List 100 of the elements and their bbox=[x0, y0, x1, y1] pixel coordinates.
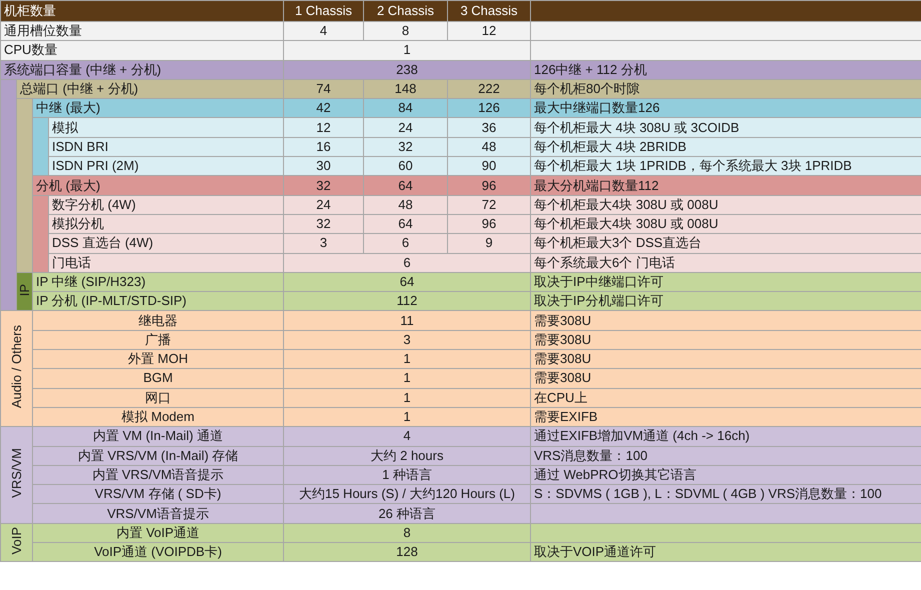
value-cell: 30 bbox=[284, 156, 364, 176]
value-cell: 96 bbox=[448, 176, 530, 196]
value-cell: 128 bbox=[284, 542, 530, 562]
value-cell: 大约 2 hours bbox=[284, 446, 530, 466]
value-cell: 24 bbox=[284, 195, 364, 214]
value-cell: 3 bbox=[284, 234, 364, 254]
note-cell: 126中继 + 112 分机 bbox=[530, 60, 921, 80]
value-cell: 64 bbox=[364, 214, 448, 234]
value-cell: 48 bbox=[364, 195, 448, 214]
value-cell: 84 bbox=[364, 98, 448, 118]
note-cell: 每个机柜最大4块 308U 或 008U bbox=[530, 195, 921, 214]
note-cell: 需要EXIFB bbox=[530, 407, 921, 427]
value-cell: 6 bbox=[364, 234, 448, 254]
row-label: 通用槽位数量 bbox=[0, 22, 284, 41]
row-label: 网口 bbox=[32, 388, 284, 408]
row-label: 内置 VM (In-Mail) 通道 bbox=[32, 426, 284, 446]
value-cell: 238 bbox=[284, 60, 530, 80]
value-cell: 9 bbox=[448, 234, 530, 254]
value-cell: 64 bbox=[284, 272, 530, 292]
value-cell: 26 种语言 bbox=[284, 504, 530, 524]
note-cell: 每个系统最大6个 门电话 bbox=[530, 253, 921, 272]
value-cell: 96 bbox=[448, 214, 530, 234]
value-cell: 1 bbox=[284, 368, 530, 388]
value-cell: 12 bbox=[448, 22, 530, 41]
value-cell: 24 bbox=[364, 118, 448, 138]
row-label: VRS/VM语音提示 bbox=[32, 504, 284, 524]
note-cell: 取决于VOIP通道许可 bbox=[530, 542, 921, 562]
value-cell: 32 bbox=[284, 214, 364, 234]
value-cell: 大约15 Hours (S) / 大约120 Hours (L) bbox=[284, 484, 530, 504]
value-cell: 148 bbox=[364, 79, 448, 99]
note-cell: 需要308U bbox=[530, 330, 921, 350]
value-cell: 8 bbox=[284, 523, 530, 543]
row-label: 总端口 (中继 + 分机) bbox=[16, 79, 284, 99]
note-cell: 每个机柜最大 4块 2BRIDB bbox=[530, 137, 921, 157]
value-cell: 11 bbox=[284, 310, 530, 330]
row-label: ISDN BRI bbox=[48, 137, 284, 157]
note-cell: 每个机柜80个时隙 bbox=[530, 79, 921, 99]
value-cell: 4 bbox=[284, 426, 530, 446]
row-label: ISDN PRI (2M) bbox=[48, 156, 284, 176]
header-title: 机柜数量 bbox=[0, 0, 284, 22]
column-header: 2 Chassis bbox=[364, 0, 448, 22]
note-cell: 需要308U bbox=[530, 310, 921, 330]
note-cell: 取决于IP分机端口许可 bbox=[530, 292, 921, 311]
note-cell: 通过EXIFB增加VM通道 (4ch -> 16ch) bbox=[530, 426, 921, 446]
row-label: VoIP通道 (VOIPDB卡) bbox=[32, 542, 284, 562]
row-label: 内置 VRS/VM (In-Mail) 存储 bbox=[32, 446, 284, 466]
value-cell: 3 bbox=[284, 330, 530, 350]
value-cell: 1 bbox=[284, 388, 530, 408]
value-cell: 1 bbox=[284, 40, 530, 60]
value-cell: 16 bbox=[284, 137, 364, 157]
row-label: 中继 (最大) bbox=[32, 98, 284, 118]
note-cell: 每个机柜最大3个 DSS直选台 bbox=[530, 234, 921, 254]
row-label: 内置 VRS/VM语音提示 bbox=[32, 465, 284, 485]
row-label: 数字分机 (4W) bbox=[48, 195, 284, 214]
value-cell: 1 种语言 bbox=[284, 465, 530, 485]
row-label: 模拟 bbox=[48, 118, 284, 138]
group-label: VoIP bbox=[10, 526, 23, 554]
value-cell: 90 bbox=[448, 156, 530, 176]
value-cell: 32 bbox=[284, 176, 364, 196]
row-label: IP 中继 (SIP/H323) bbox=[32, 272, 284, 292]
note-cell: 最大中继端口数量126 bbox=[530, 98, 921, 118]
note-cell: 需要308U bbox=[530, 350, 921, 369]
value-cell: 1 bbox=[284, 407, 530, 427]
value-cell: 1 bbox=[284, 350, 530, 369]
value-cell: 72 bbox=[448, 195, 530, 214]
note-cell: VRS消息数量：100 bbox=[530, 446, 921, 466]
value-cell: 126 bbox=[448, 98, 530, 118]
value-cell: 8 bbox=[364, 22, 448, 41]
row-label: 模拟分机 bbox=[48, 214, 284, 234]
note-cell: 需要308U bbox=[530, 368, 921, 388]
row-label: 内置 VoIP通道 bbox=[32, 523, 284, 543]
group-label: IP bbox=[18, 284, 31, 296]
row-label: 模拟 Modem bbox=[32, 407, 284, 427]
row-label: DSS 直选台 (4W) bbox=[48, 234, 284, 254]
row-label: BGM bbox=[32, 368, 284, 388]
row-label: 外置 MOH bbox=[32, 350, 284, 369]
note-cell: 最大分机端口数量112 bbox=[530, 176, 921, 196]
note-cell: S：SDVMS ( 1GB ), L：SDVML ( 4GB ) VRS消息数量：100 bbox=[530, 484, 921, 504]
note-cell: 每个机柜最大 1块 1PRIDB，每个系统最大 3块 1PRIDB bbox=[530, 156, 921, 176]
note-cell: 通过 WebPRO切换其它语言 bbox=[530, 465, 921, 485]
row-label: 广播 bbox=[32, 330, 284, 350]
group-label: Audio / Others bbox=[10, 325, 23, 408]
value-cell: 48 bbox=[448, 137, 530, 157]
value-cell: 6 bbox=[284, 253, 530, 272]
value-cell: 74 bbox=[284, 79, 364, 99]
row-label: VRS/VM 存储 ( SD卡) bbox=[32, 484, 284, 504]
value-cell: 222 bbox=[448, 79, 530, 99]
row-label: 分机 (最大) bbox=[32, 176, 284, 196]
value-cell: 112 bbox=[284, 292, 530, 311]
row-label: 继电器 bbox=[32, 310, 284, 330]
row-label: IP 分机 (IP-MLT/STD-SIP) bbox=[32, 292, 284, 311]
value-cell: 32 bbox=[364, 137, 448, 157]
note-cell: 每个机柜最大4块 308U 或 008U bbox=[530, 214, 921, 234]
value-cell: 42 bbox=[284, 98, 364, 118]
value-cell: 64 bbox=[364, 176, 448, 196]
note-cell: 在CPU上 bbox=[530, 388, 921, 408]
note-cell: 取决于IP中继端口许可 bbox=[530, 272, 921, 292]
row-label: 系统端口容量 (中继 + 分机) bbox=[0, 60, 284, 80]
value-cell: 12 bbox=[284, 118, 364, 138]
row-label: 门电话 bbox=[48, 253, 284, 272]
